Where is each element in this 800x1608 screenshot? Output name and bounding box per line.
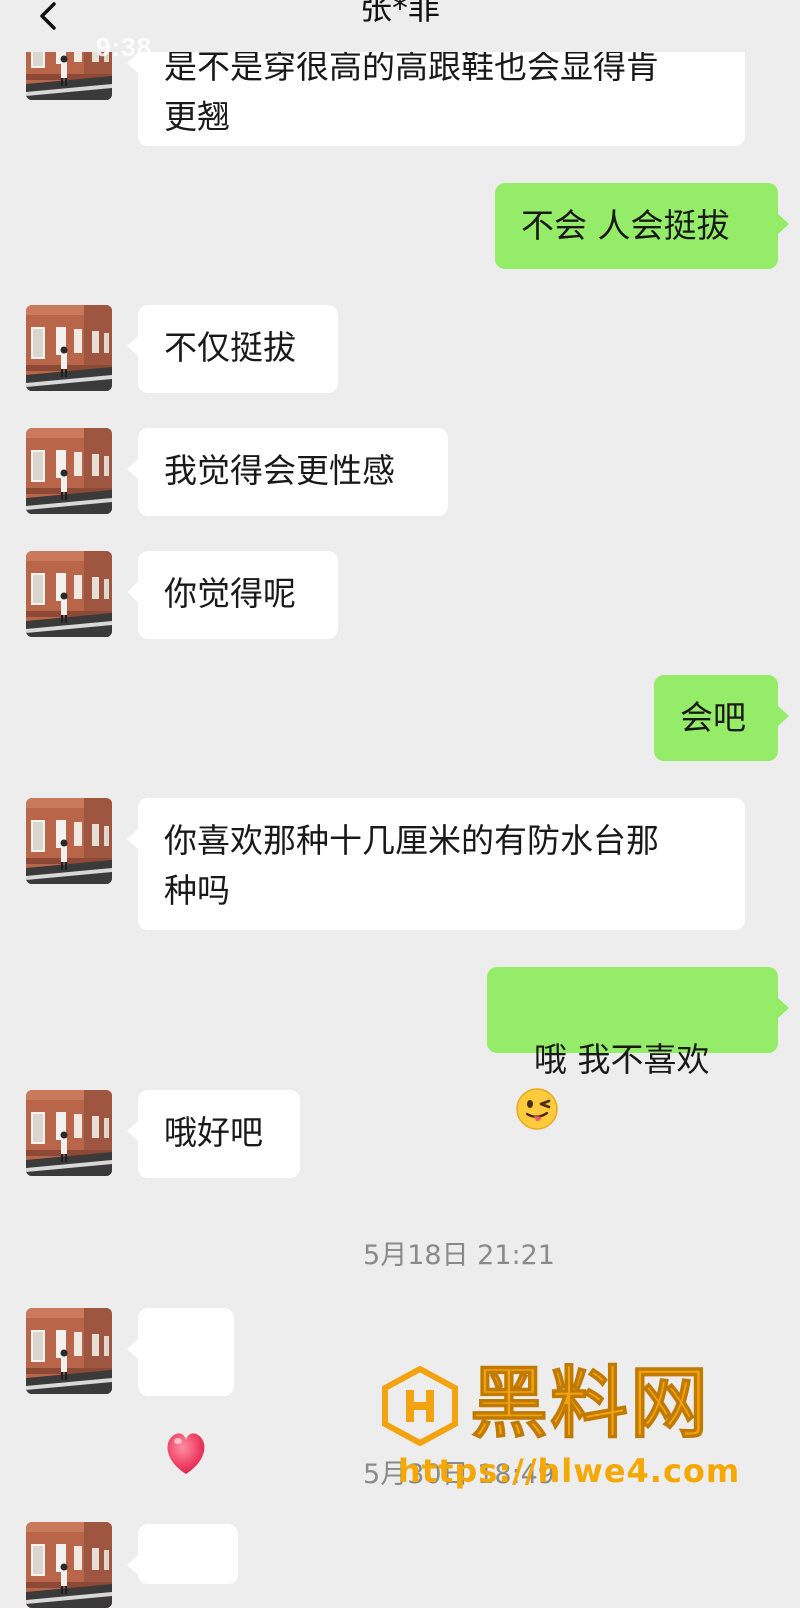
- contact-avatar[interactable]: [26, 798, 112, 884]
- outgoing-message[interactable]: 不会 人会挺拔: [495, 183, 789, 269]
- top-navigation-bar: 张*菲 9:38: [0, 0, 800, 62]
- outgoing-message[interactable]: 会吧: [654, 675, 789, 761]
- watermark-url: https://hlwe4.com: [398, 1452, 741, 1490]
- watermark-logo-icon: [382, 1366, 458, 1446]
- outgoing-message[interactable]: 哦 我不喜欢: [487, 967, 789, 1130]
- contact-avatar[interactable]: [26, 1308, 112, 1394]
- status-bar-time: 9:38: [96, 32, 153, 62]
- incoming-message[interactable]: [127, 1524, 238, 1584]
- incoming-message[interactable]: [127, 1308, 234, 1474]
- incoming-message[interactable]: 你喜欢那种十几厘米的有防水台那 种吗: [127, 798, 745, 930]
- contact-avatar[interactable]: [26, 1090, 112, 1176]
- chat-title: 张*菲: [359, 0, 440, 27]
- incoming-message[interactable]: 我觉得会更性感: [127, 428, 448, 516]
- contact-avatar[interactable]: [26, 551, 112, 637]
- outgoing-message-text: 哦 我不喜欢: [533, 1040, 710, 1079]
- wink-tongue-emoji-icon: [515, 1087, 559, 1131]
- watermark: 黑料网 https://hlwe4.com: [380, 1359, 780, 1512]
- watermark-brand: 黑料网: [469, 1359, 711, 1450]
- incoming-message[interactable]: 哦好吧: [127, 1090, 300, 1178]
- incoming-message[interactable]: 你觉得呢: [127, 551, 338, 639]
- contact-avatar[interactable]: [26, 1522, 112, 1608]
- incoming-message[interactable]: 不仅挺拔: [127, 305, 338, 393]
- timestamp: 5月18日 21:21: [363, 1240, 555, 1271]
- contact-avatar[interactable]: [26, 428, 112, 514]
- contact-avatar[interactable]: [26, 305, 112, 391]
